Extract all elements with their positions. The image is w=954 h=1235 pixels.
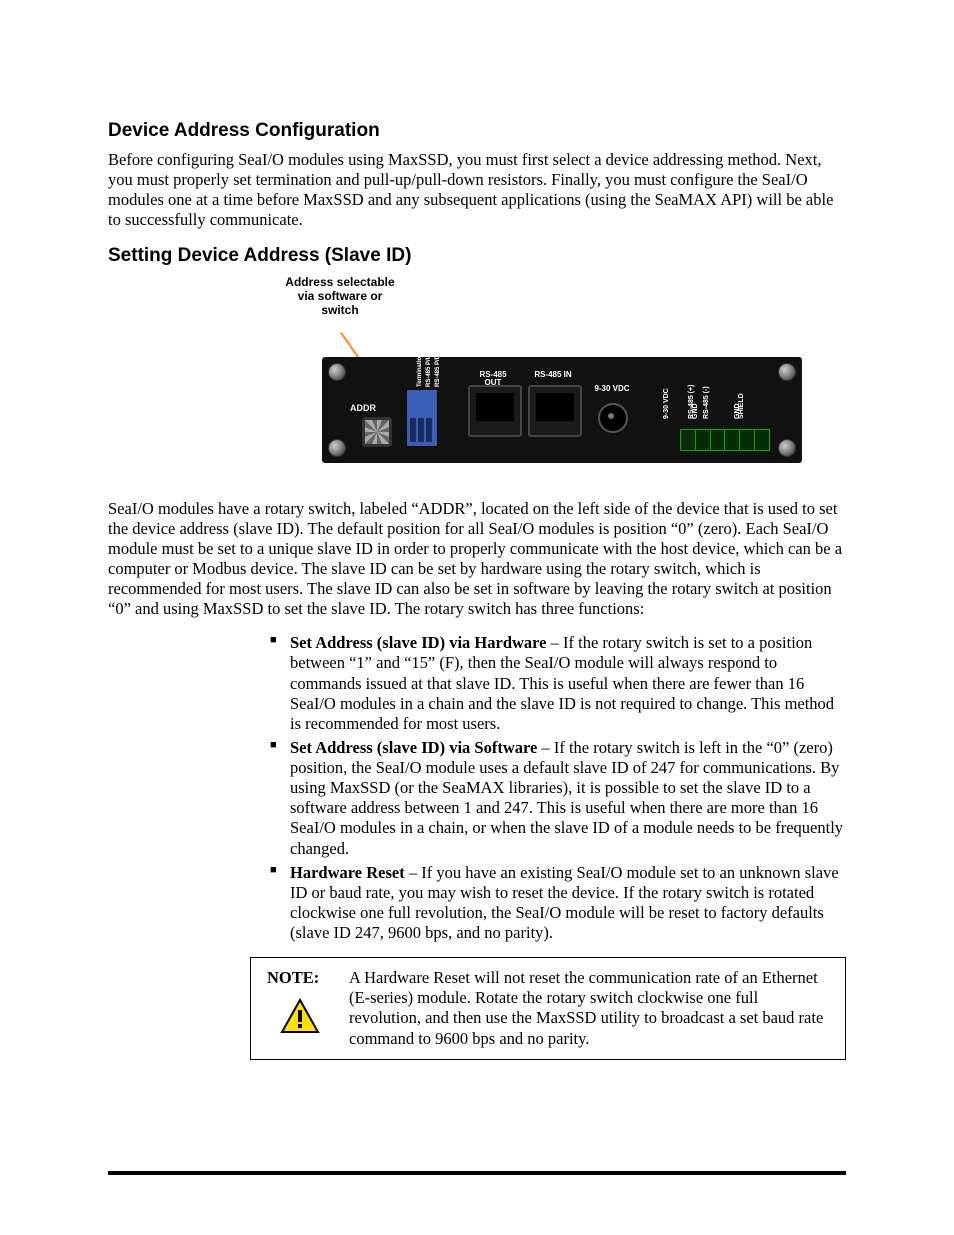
bullet-title: Set Address (slave ID) via Hardware <box>290 633 547 652</box>
label-dip-pd: RS-485 P/D <box>435 354 441 386</box>
heading-setting-device-address: Setting Device Address (Slave ID) <box>108 245 846 267</box>
note-box: NOTE: A Hardware Reset will not reset th… <box>250 957 846 1060</box>
heading-device-address-config: Device Address Configuration <box>108 120 846 142</box>
footer-rule <box>108 1171 846 1175</box>
terminal-block-icon <box>680 429 770 451</box>
label-addr: ADDR <box>350 403 376 413</box>
label-term-485p: RS-485 (+) <box>688 384 695 418</box>
label-port-in: RS-485 IN <box>530 371 576 379</box>
para-rotary-switch: SeaI/O modules have a rotary switch, lab… <box>108 499 846 620</box>
list-item: Set Address (slave ID) via Hardware – If… <box>270 633 846 734</box>
port-rs485-in <box>528 385 582 437</box>
label-term-485m: RS-485 (-) <box>703 386 710 419</box>
screw-icon <box>778 439 796 457</box>
port-rs485-out <box>468 385 522 437</box>
device-figure: Address selectable via software or switc… <box>250 275 846 475</box>
rotary-switch-icon <box>362 417 392 447</box>
page: Device Address Configuration Before conf… <box>0 0 954 1235</box>
label-term-shield: SHIELD <box>738 393 745 419</box>
list-item: Hardware Reset – If you have an existing… <box>270 863 846 944</box>
warning-icon <box>280 998 320 1034</box>
label-port-out: RS-485 OUT <box>470 371 516 388</box>
bullet-list: Set Address (slave ID) via Hardware – If… <box>270 633 846 943</box>
para-intro: Before configuring SeaI/O modules using … <box>108 150 846 231</box>
label-power: 9-30 VDC <box>592 385 632 393</box>
device-photo: ADDR Termination RS-485 P/U RS-485 P/D R… <box>322 357 802 463</box>
screw-icon <box>328 363 346 381</box>
screw-icon <box>778 363 796 381</box>
bullet-title: Set Address (slave ID) via Software <box>290 738 537 757</box>
label-term-vdc: 9-30 VDC <box>663 388 670 419</box>
screw-icon <box>328 439 346 457</box>
dip-switch-icon <box>406 389 438 447</box>
list-item: Set Address (slave ID) via Software – If… <box>270 738 846 859</box>
note-text: A Hardware Reset will not reset the comm… <box>349 968 831 1049</box>
label-dip-termination: Termination <box>417 353 423 387</box>
note-left-column: NOTE: <box>265 968 335 1049</box>
callout-text: Address selectable via software or switc… <box>280 275 400 318</box>
label-dip-pu: RS-485 P/U <box>426 354 432 386</box>
note-label: NOTE: <box>267 968 319 988</box>
power-jack-icon <box>598 403 628 433</box>
bullet-title: Hardware Reset <box>290 863 405 882</box>
